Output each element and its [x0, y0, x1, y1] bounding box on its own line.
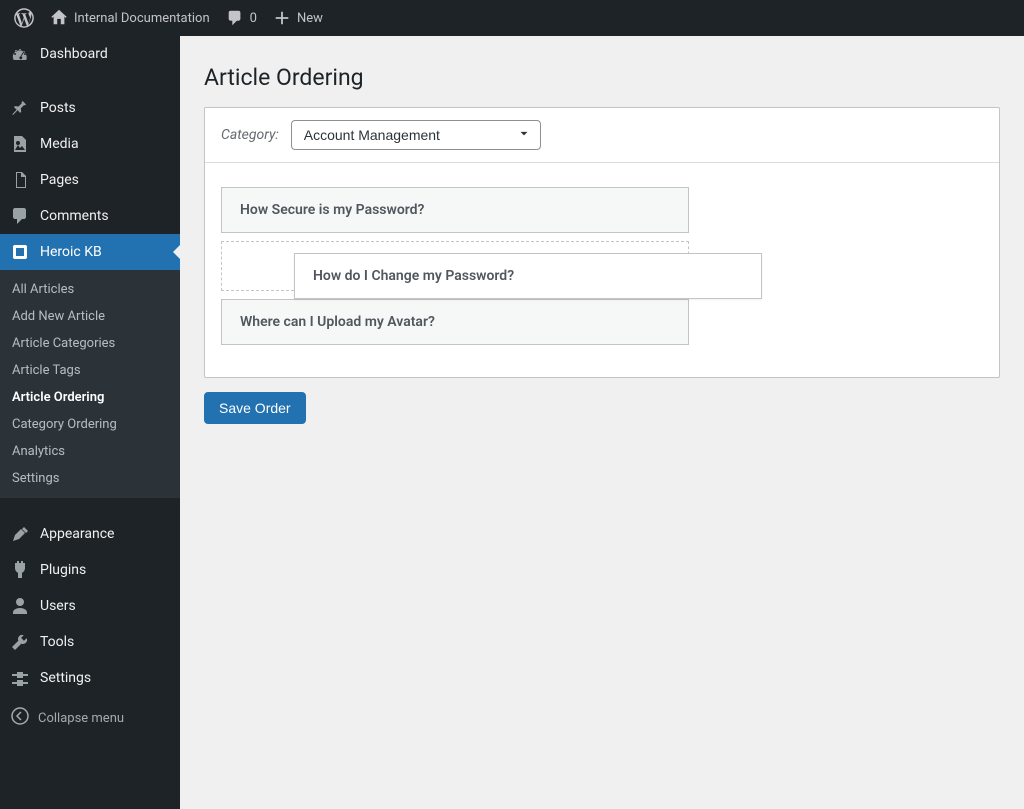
ordering-panel: Category: Account Management How Secure … [204, 107, 1000, 378]
menu-label: Dashboard [40, 46, 108, 62]
comments-link[interactable]: 0 [218, 0, 265, 36]
plus-icon [273, 9, 291, 27]
wordpress-icon [14, 8, 34, 28]
menu-posts[interactable]: Posts [0, 90, 180, 126]
menu-label: Posts [40, 100, 76, 116]
save-order-button[interactable]: Save Order [204, 392, 306, 424]
comments-count: 0 [250, 11, 257, 26]
menu-appearance[interactable]: Appearance [0, 516, 180, 552]
submenu-article-tags[interactable]: Article Tags [0, 357, 180, 384]
menu-label: Settings [40, 670, 91, 686]
menu-dashboard[interactable]: Dashboard [0, 36, 180, 72]
site-title: Internal Documentation [74, 11, 210, 26]
menu-pages[interactable]: Pages [0, 162, 180, 198]
wp-logo[interactable] [6, 0, 42, 36]
menu-label: Media [40, 136, 79, 152]
category-select[interactable]: Account Management [291, 120, 541, 150]
menu-comments[interactable]: Comments [0, 198, 180, 234]
category-select-wrap: Account Management [291, 120, 541, 150]
menu-heroic-kb[interactable]: Heroic KB [0, 234, 180, 270]
new-label: New [297, 11, 323, 26]
submenu-heroic-settings[interactable]: Settings [0, 465, 180, 492]
save-row: Save Order [204, 378, 1000, 424]
menu-separator [0, 498, 180, 516]
menu-label: Users [40, 598, 76, 614]
menu-separator [0, 72, 180, 90]
submenu-all-articles[interactable]: All Articles [0, 276, 180, 303]
collapse-label: Collapse menu [38, 711, 124, 726]
menu-label: Heroic KB [40, 244, 102, 260]
appearance-icon [10, 524, 30, 544]
menu-users[interactable]: Users [0, 588, 180, 624]
plugins-icon [10, 560, 30, 580]
submenu-article-ordering[interactable]: Article Ordering [0, 384, 180, 411]
admin-sidebar: Dashboard Posts Media Pages Comments Her… [0, 36, 180, 809]
new-content-link[interactable]: New [265, 0, 331, 36]
settings-icon [10, 668, 30, 688]
pages-icon [10, 170, 30, 190]
panel-header: Category: Account Management [205, 108, 999, 163]
users-icon [10, 596, 30, 616]
submenu-article-categories[interactable]: Article Categories [0, 330, 180, 357]
menu-media[interactable]: Media [0, 126, 180, 162]
dashboard-icon [10, 44, 30, 64]
tools-icon [10, 632, 30, 652]
collapse-icon [10, 706, 30, 730]
site-name-link[interactable]: Internal Documentation [42, 0, 218, 36]
comment-icon [226, 9, 244, 27]
page-title: Article Ordering [204, 46, 1000, 107]
comments-icon [10, 206, 30, 226]
collapse-menu-button[interactable]: Collapse menu [0, 698, 180, 738]
menu-plugins[interactable]: Plugins [0, 552, 180, 588]
menu-settings[interactable]: Settings [0, 660, 180, 696]
article-item[interactable]: How Secure is my Password? [221, 187, 689, 233]
home-icon [50, 9, 68, 27]
heroic-kb-submenu: All Articles Add New Article Article Cat… [0, 270, 180, 498]
submenu-category-ordering[interactable]: Category Ordering [0, 411, 180, 438]
heroic-kb-icon [10, 242, 30, 262]
category-label: Category: [221, 127, 279, 143]
menu-label: Pages [40, 172, 79, 188]
menu-label: Plugins [40, 562, 86, 578]
article-item[interactable]: Where can I Upload my Avatar? [221, 299, 689, 345]
menu-label: Appearance [40, 526, 114, 542]
menu-tools[interactable]: Tools [0, 624, 180, 660]
submenu-add-new-article[interactable]: Add New Article [0, 303, 180, 330]
menu-label: Comments [40, 208, 109, 224]
media-icon [10, 134, 30, 154]
pin-icon [10, 98, 30, 118]
admin-bar: Internal Documentation 0 New [0, 0, 1024, 36]
sortable-list: How Secure is my Password? Where can I U… [205, 163, 999, 377]
submenu-analytics[interactable]: Analytics [0, 438, 180, 465]
main-content: Article Ordering Category: Account Manag… [180, 36, 1024, 809]
article-item-dragging[interactable]: How do I Change my Password? [294, 253, 762, 299]
menu-label: Tools [40, 634, 74, 650]
